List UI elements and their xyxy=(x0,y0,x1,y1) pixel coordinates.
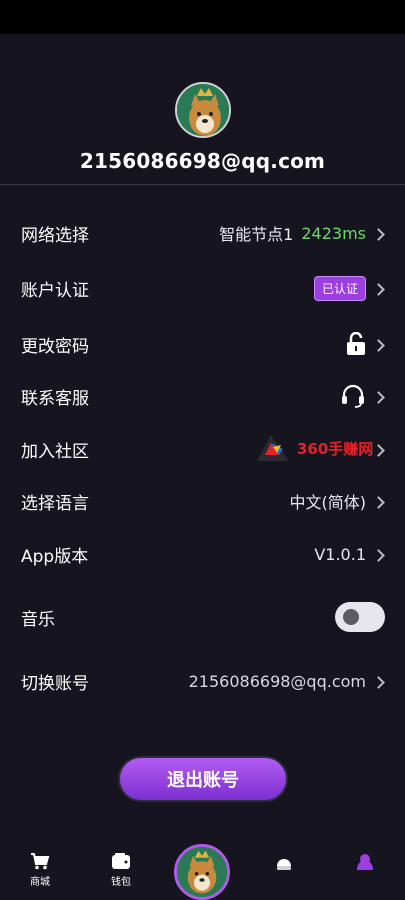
lock-open-icon xyxy=(347,332,365,355)
account-auth-row[interactable]: 账户认证 已认证 xyxy=(0,268,405,308)
switch-account-email: 2156086698@qq.com xyxy=(188,671,366,691)
tab-shop[interactable]: 商城 xyxy=(10,852,70,888)
change-password-label: 更改密码 xyxy=(21,336,89,357)
chevron-right-icon xyxy=(374,549,385,560)
music-row: 音乐 xyxy=(0,597,405,637)
tab-item5[interactable] xyxy=(335,852,395,875)
tab-wallet[interactable]: 钱包 xyxy=(91,852,151,888)
chevron-right-icon xyxy=(374,676,385,687)
tab-shop-label: 商城 xyxy=(30,877,50,888)
language-select-label: 选择语言 xyxy=(21,493,89,514)
change-password-row[interactable]: 更改密码 xyxy=(0,324,405,364)
music-toggle[interactable] xyxy=(335,602,385,632)
account-auth-label: 账户认证 xyxy=(21,280,89,301)
contact-support-label: 联系客服 xyxy=(21,388,89,409)
chevron-right-icon xyxy=(374,228,385,239)
app-version-value: V1.0.1 xyxy=(314,544,366,564)
helmet-icon xyxy=(277,859,291,870)
network-latency: 2423ms xyxy=(301,223,366,243)
network-select-row[interactable]: 网络选择 智能节点1 2423ms xyxy=(0,213,405,253)
profile-icon xyxy=(357,854,373,870)
shiba-avatar-image xyxy=(177,847,227,897)
chevron-right-icon xyxy=(374,391,385,402)
music-label: 音乐 xyxy=(21,609,55,630)
cart-icon xyxy=(31,853,50,870)
app-version-label: App版本 xyxy=(21,546,89,567)
divider xyxy=(0,184,405,185)
tab-item4[interactable] xyxy=(254,852,314,875)
shiba-avatar-image xyxy=(176,84,229,136)
wallet-icon xyxy=(112,853,130,869)
watermark-text: 360手赚网 xyxy=(297,439,374,458)
verified-badge: 已认证 xyxy=(313,275,366,301)
bottom-tab-bar: 商城 钱包 xyxy=(0,838,405,900)
switch-account-row[interactable]: 切换账号 2156086698@qq.com xyxy=(0,661,405,701)
chevron-right-icon xyxy=(374,496,385,507)
tab-center-avatar[interactable] xyxy=(174,844,230,900)
network-select-label: 网络选择 xyxy=(21,225,89,246)
app-version-row[interactable]: App版本 V1.0.1 xyxy=(0,534,405,574)
avatar[interactable] xyxy=(174,82,231,138)
watermark-logo-icon xyxy=(257,435,289,461)
switch-account-label: 切换账号 xyxy=(21,673,89,694)
tab-wallet-label: 钱包 xyxy=(111,877,131,888)
watermark: 360手赚网 xyxy=(253,433,373,463)
chevron-right-icon xyxy=(374,283,385,294)
status-bar xyxy=(0,0,405,34)
headset-icon xyxy=(342,384,364,408)
toggle-knob xyxy=(343,609,359,625)
network-node: 智能节点1 xyxy=(219,225,294,244)
logout-button[interactable]: 退出账号 xyxy=(118,756,288,802)
language-select-row[interactable]: 选择语言 中文(简体) xyxy=(0,481,405,521)
language-value: 中文(简体) xyxy=(289,493,367,512)
join-community-label: 加入社区 xyxy=(21,441,89,462)
profile-header: 2156086698@qq.com xyxy=(0,82,405,173)
chevron-right-icon xyxy=(374,444,385,455)
account-email: 2156086698@qq.com xyxy=(79,149,326,173)
chevron-right-icon xyxy=(374,339,385,350)
contact-support-row[interactable]: 联系客服 xyxy=(0,376,405,416)
